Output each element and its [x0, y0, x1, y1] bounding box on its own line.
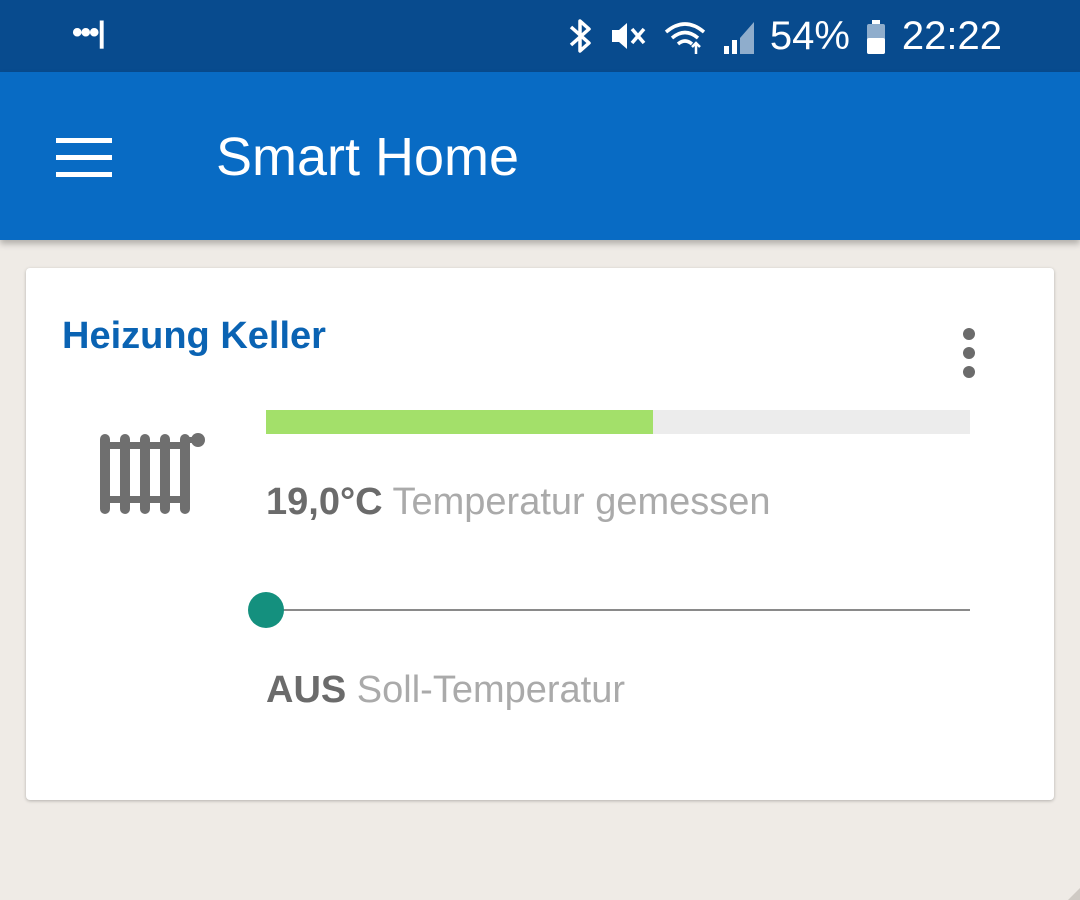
hamburger-menu-button[interactable]	[50, 124, 118, 188]
setpoint-slider[interactable]	[248, 590, 970, 630]
device-card-heating: Heizung Keller 19,0°C Temperatur gemesse…	[26, 268, 1054, 800]
bluetooth-icon	[568, 16, 594, 56]
notification-dots: •••|	[72, 16, 106, 49]
app-bar: Smart Home	[0, 72, 1080, 240]
card-title: Heizung Keller	[62, 315, 326, 357]
more-vert-icon	[963, 328, 975, 378]
setpoint-row: AUS Soll-Temperatur	[266, 666, 625, 714]
setpoint-value: AUS	[266, 669, 347, 711]
measured-temperature-fill	[266, 410, 654, 434]
app-title: Smart Home	[216, 127, 520, 187]
hamburger-menu-icon	[56, 138, 112, 177]
clock: 22:22	[901, 14, 1002, 58]
measured-temperature-value: 19,0°C	[266, 481, 383, 523]
battery-percent: 54%	[769, 14, 850, 58]
corner-mark	[1068, 888, 1080, 900]
overflow-menu-button[interactable]	[954, 326, 984, 382]
radiator-icon	[100, 433, 205, 514]
setpoint-slider-thumb[interactable]	[248, 592, 284, 628]
setpoint-label: Soll-Temperatur	[356, 669, 626, 711]
measured-temperature-label: Temperatur gemessen	[392, 481, 771, 523]
status-bar: •••| 54% 22:22	[0, 0, 1080, 72]
signal-icon	[722, 16, 756, 56]
status-icons: 54% 22:22	[568, 10, 1002, 62]
setpoint-slider-track	[266, 609, 970, 611]
vibrate-mute-icon	[608, 16, 648, 56]
measured-temperature-bar	[266, 410, 970, 434]
battery-icon	[864, 16, 888, 56]
wifi-icon	[662, 16, 708, 56]
measured-temperature-row: 19,0°C Temperatur gemessen	[266, 478, 771, 526]
